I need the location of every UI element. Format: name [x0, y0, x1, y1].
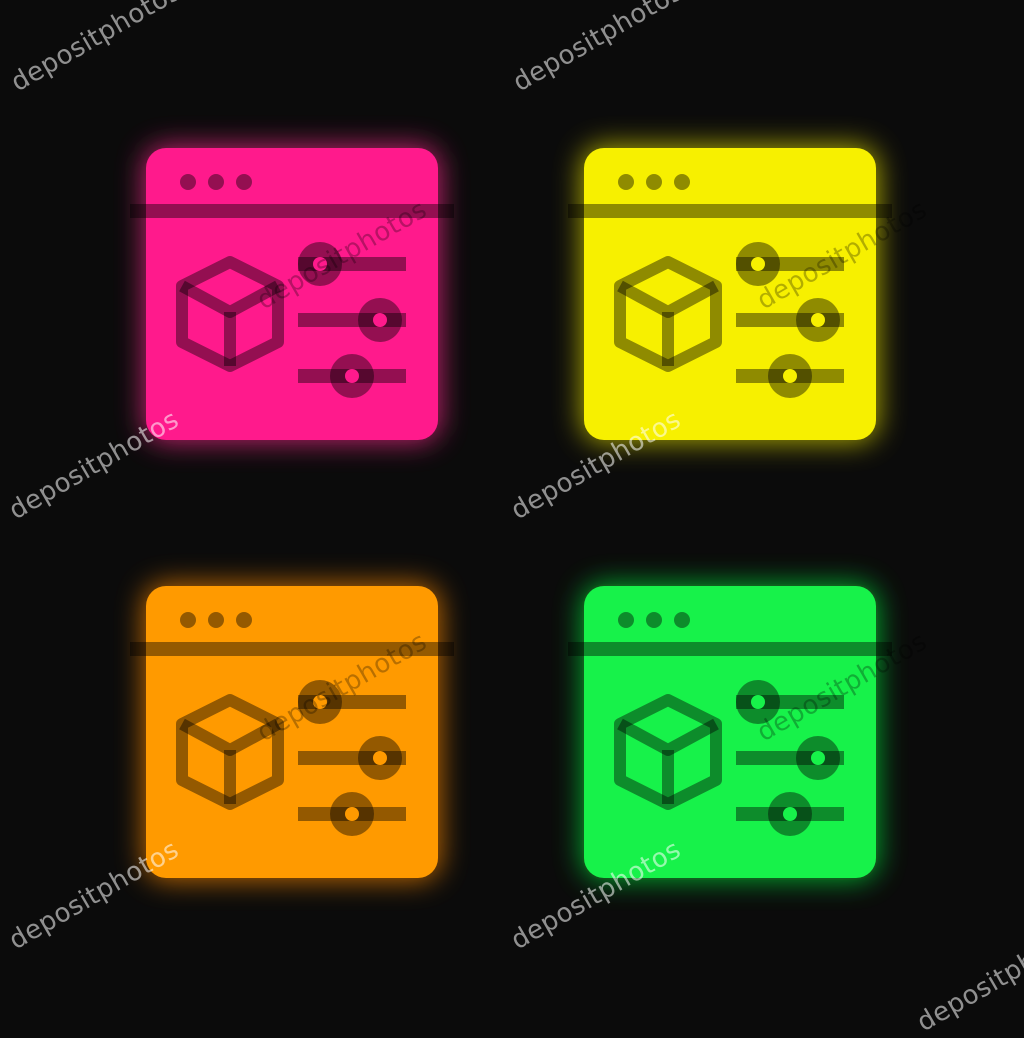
slider-knob-center — [751, 695, 765, 709]
window-dot-icon — [236, 174, 252, 190]
title-bar-divider — [130, 642, 454, 656]
title-bar-divider — [568, 204, 892, 218]
window-dot-icon — [646, 612, 662, 628]
settings-window-svg — [568, 146, 892, 442]
title-bar-divider — [568, 642, 892, 656]
slider-knob-center — [313, 257, 327, 271]
watermark-text: depositphotos — [6, 0, 187, 98]
window-dot-icon — [618, 612, 634, 628]
slider-knob-center — [345, 807, 359, 821]
watermark-text: depositphotos — [508, 0, 689, 98]
settings-window-svg — [568, 584, 892, 880]
slider-knob-center — [313, 695, 327, 709]
settings-window-svg — [130, 146, 454, 442]
settings-window-icon-pink — [130, 144, 454, 444]
title-bar-divider — [130, 204, 454, 218]
slider-knob-center — [373, 751, 387, 765]
window-dot-icon — [180, 612, 196, 628]
slider-knob-center — [783, 369, 797, 383]
slider-knob-center — [783, 807, 797, 821]
window-dot-icon — [236, 612, 252, 628]
window-dot-icon — [180, 174, 196, 190]
slider-knob-center — [345, 369, 359, 383]
slider-knob-center — [373, 313, 387, 327]
slider-knob-center — [811, 751, 825, 765]
window-dot-icon — [208, 612, 224, 628]
canvas: depositphotos depositphotos depositphoto… — [0, 0, 1024, 1038]
settings-window-icon-orange — [130, 582, 454, 882]
window-dot-icon — [208, 174, 224, 190]
watermark-text: depositphotos — [912, 916, 1024, 1038]
window-dot-icon — [618, 174, 634, 190]
window-dot-icon — [674, 612, 690, 628]
settings-window-icon-yellow — [568, 144, 892, 444]
settings-window-svg — [130, 584, 454, 880]
slider-knob-center — [751, 257, 765, 271]
slider-knob-center — [811, 313, 825, 327]
settings-window-icon-green — [568, 582, 892, 882]
window-dot-icon — [674, 174, 690, 190]
window-dot-icon — [646, 174, 662, 190]
